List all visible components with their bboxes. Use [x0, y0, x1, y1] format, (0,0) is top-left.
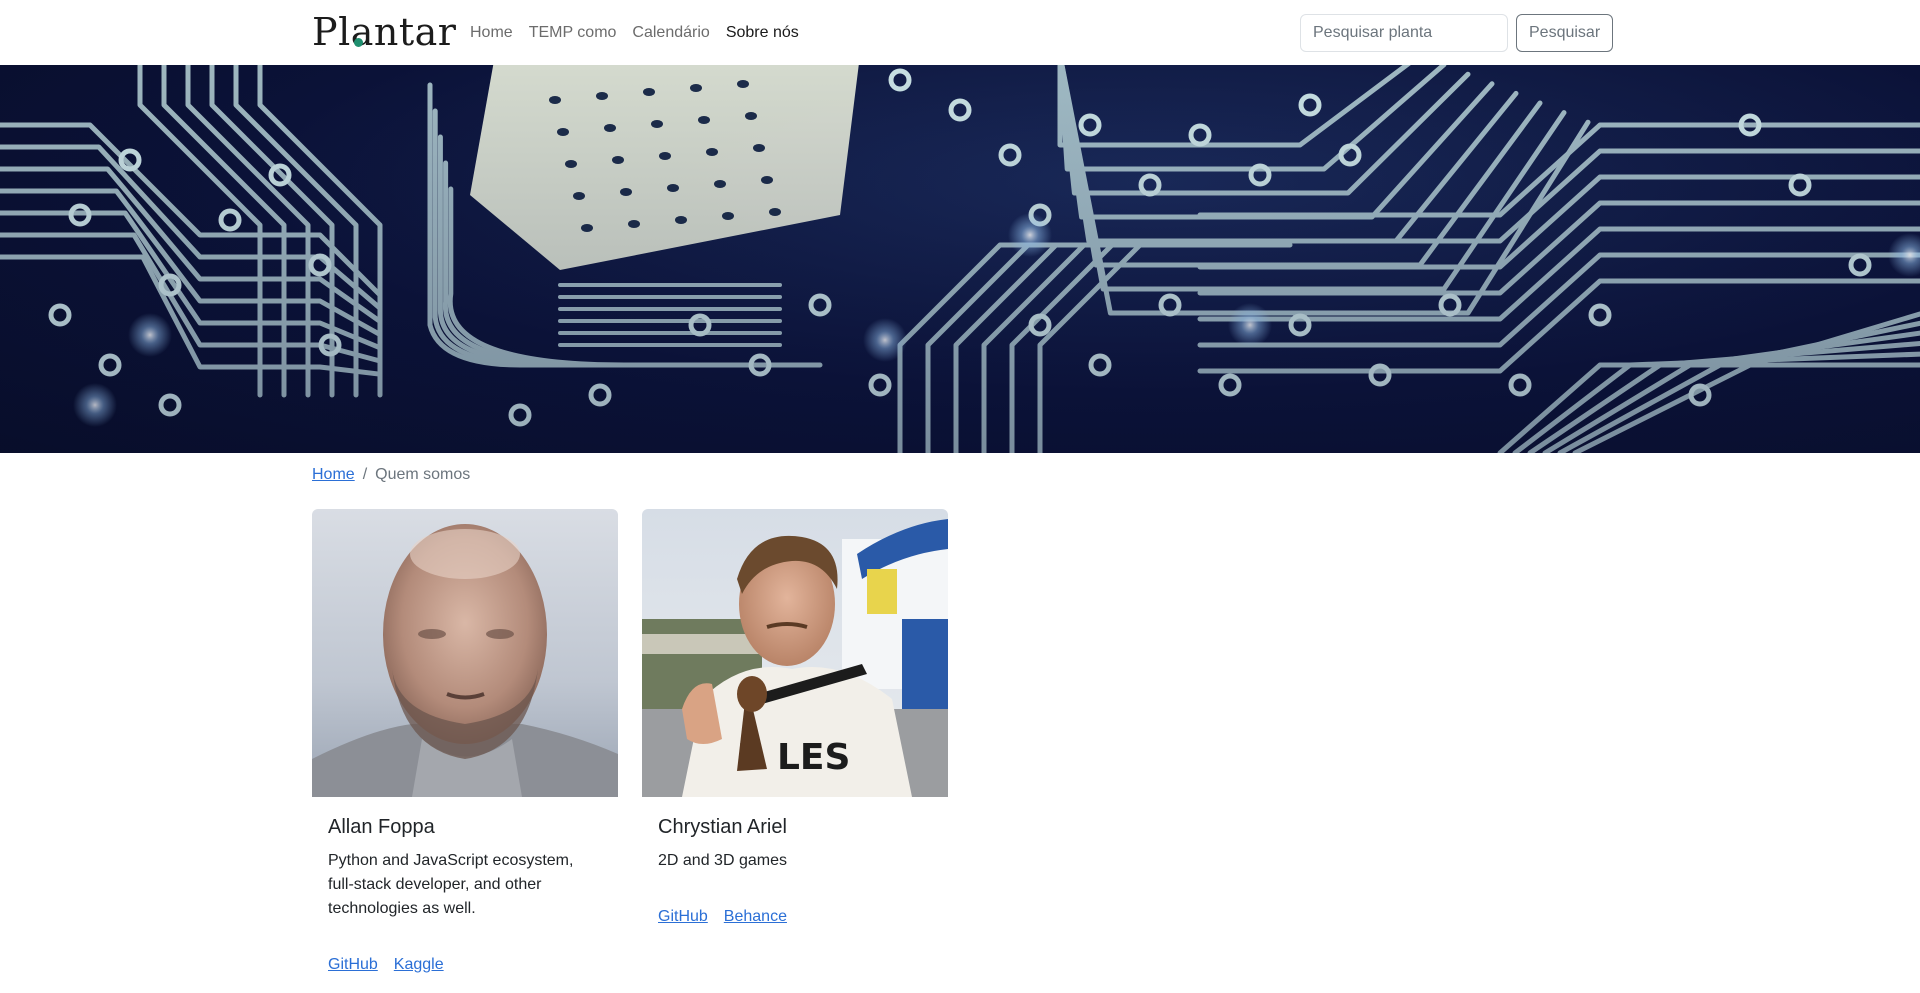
brand-dot-icon	[354, 38, 363, 47]
member-name: Chrystian Ariel	[658, 816, 787, 838]
nav-link-sobre-nos[interactable]: Sobre nós	[726, 21, 799, 45]
kaggle-link-allan[interactable]: Kaggle	[394, 953, 444, 977]
breadcrumb-home-link[interactable]: Home	[312, 463, 355, 487]
breadcrumb-separator: /	[362, 466, 368, 483]
nav-link-calendario[interactable]: Calendário	[632, 21, 709, 45]
team-card-allan: Allan Foppa Python and JavaScript ecosys…	[312, 509, 618, 993]
brand-name: Plantar	[312, 10, 457, 54]
member-description: Python and JavaScript ecosystem, full-st…	[328, 852, 574, 917]
profile-photo-chrystian: B LES	[642, 509, 948, 797]
github-link-allan[interactable]: GitHub	[328, 953, 378, 977]
breadcrumb: Home / Quem somos	[312, 463, 470, 487]
search-input[interactable]	[1300, 14, 1508, 52]
member-links: GitHub Behance	[658, 905, 932, 929]
main-nav: Home TEMP como Calendário Sobre nós	[470, 21, 815, 45]
brand-logo[interactable]: Plantar	[312, 10, 456, 54]
nav-link-home[interactable]: Home	[470, 21, 513, 45]
member-links: GitHub Kaggle	[328, 953, 602, 977]
search-button[interactable]: Pesquisar	[1516, 14, 1614, 52]
github-link-chrystian[interactable]: GitHub	[658, 905, 708, 929]
hero-banner	[0, 65, 1920, 453]
member-description: 2D and 3D games	[658, 852, 787, 869]
navbar: Plantar Home TEMP como Calendário Sobre …	[0, 0, 1920, 65]
search-form: Pesquisar	[1300, 14, 1614, 52]
circuit-board-image	[0, 65, 1920, 453]
behance-link-chrystian[interactable]: Behance	[724, 905, 787, 929]
team-card-chrystian: B LES Chrystian Ariel 2D and 3D games Gi…	[642, 509, 948, 945]
breadcrumb-current: Quem somos	[375, 466, 471, 483]
nav-link-temp-como[interactable]: TEMP como	[529, 21, 617, 45]
member-name: Allan Foppa	[328, 816, 435, 838]
profile-photo-allan	[312, 509, 618, 797]
